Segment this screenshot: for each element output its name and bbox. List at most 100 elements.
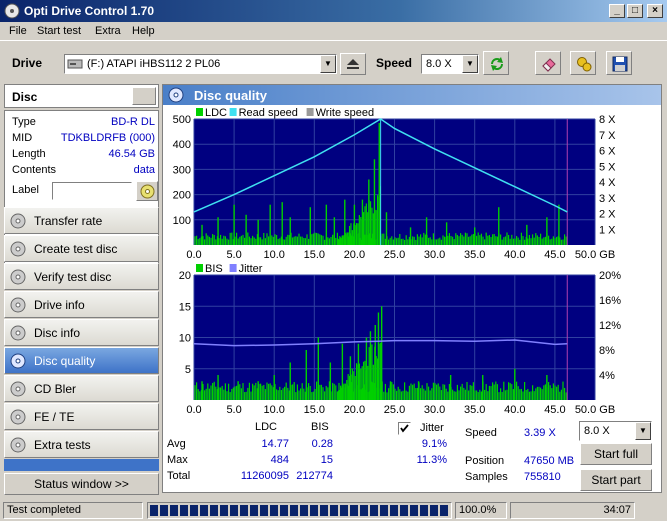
panel-title: Disc quality xyxy=(194,88,267,103)
x-tick-label: 10.0 xyxy=(263,404,284,416)
disc-header: Disc xyxy=(4,84,159,108)
menu-file[interactable]: File xyxy=(9,25,27,37)
nav-extra-tests[interactable]: Extra tests xyxy=(4,431,159,458)
jitter-checkbox[interactable] xyxy=(398,422,411,435)
x-tick-label: 30.0 xyxy=(424,249,445,259)
nav-drive-info[interactable]: Drive info xyxy=(4,291,159,318)
refresh-icon xyxy=(491,57,503,71)
refresh-button[interactable] xyxy=(483,51,509,75)
drive-info-icon xyxy=(10,297,26,313)
x-tick-label: 50.0 GB xyxy=(575,249,615,259)
y2-tick-label: 6 X xyxy=(599,146,616,158)
disc-label-input[interactable] xyxy=(52,182,132,200)
legend-swatch xyxy=(306,108,314,116)
avg-bis: 0.28 xyxy=(311,438,333,450)
x-tick-label: 45.0 xyxy=(544,404,565,416)
nav-divider xyxy=(4,459,159,471)
x-tick-label: 35.0 xyxy=(464,404,485,416)
disc-label-row: Label xyxy=(12,181,158,202)
disc-mid-row: MID TDKBLDRFB (000) xyxy=(12,132,155,147)
chevron-down-icon[interactable]: ▼ xyxy=(320,55,336,73)
y2-tick-label: 8 X xyxy=(599,114,616,126)
drive-label: Drive xyxy=(12,56,43,70)
x-tick-label: 45.0 xyxy=(544,249,565,259)
y2-tick-label: 16% xyxy=(599,295,621,307)
y-tick-label: 20 xyxy=(179,270,191,282)
y-tick-label: 10 xyxy=(179,333,191,345)
nav-label: CD Bler xyxy=(34,382,77,396)
total-bis: 212774 xyxy=(296,470,333,482)
y-tick-label: 300 xyxy=(173,164,191,176)
nav-disc-quality[interactable]: Disc quality xyxy=(4,347,159,374)
nav-create-test-disc[interactable]: Create test disc xyxy=(4,235,159,262)
x-tick-label: 0.0 xyxy=(186,249,201,259)
disc-refresh-button[interactable] xyxy=(132,87,156,105)
nav-label: Transfer rate xyxy=(34,214,103,228)
status-text: Test completed xyxy=(3,502,143,519)
col-bis-header: BIS xyxy=(311,421,329,433)
y-tick-label: 200 xyxy=(173,190,191,202)
disc-label-button[interactable] xyxy=(136,181,158,201)
position-value: 47650 MB xyxy=(524,455,575,467)
y2-tick-label: 4% xyxy=(599,370,615,382)
legend-swatch xyxy=(229,264,237,272)
menu-bar: File Start test Extra Help xyxy=(0,22,667,41)
x-tick-label: 40.0 xyxy=(504,249,525,259)
y-tick-label: 500 xyxy=(173,114,191,126)
eject-button[interactable] xyxy=(340,53,366,75)
nav-label: Disc quality xyxy=(34,354,96,368)
bis-chart: 20 15 10 5 20% 16% 12% 8% 4% 0.0 5.0 10.0 15.0 20.0 25… xyxy=(179,263,621,416)
menu-extra[interactable]: Extra xyxy=(95,25,121,37)
y-tick-label: 5 xyxy=(185,364,191,376)
save-button[interactable] xyxy=(606,51,632,75)
x-tick-label: 15.0 xyxy=(304,249,325,259)
nav-label: Create test disc xyxy=(34,242,118,256)
status-window-button[interactable]: Status window >> xyxy=(4,473,159,495)
x-tick-label: 25.0 xyxy=(384,404,405,416)
avg-ldc: 14.77 xyxy=(261,438,289,450)
drive-select[interactable]: (F:) ATAPI iHBS112 2 PL06 ▼ xyxy=(64,54,337,74)
x-tick-label: 25.0 xyxy=(384,249,405,259)
erase-button[interactable] xyxy=(535,51,561,75)
drive-icon xyxy=(67,59,83,69)
minimize-button[interactable]: _ xyxy=(609,4,625,18)
nav-transfer-rate[interactable]: Transfer rate xyxy=(4,207,159,234)
progress-bar xyxy=(147,502,452,519)
x-tick-label: 20.0 xyxy=(344,249,365,259)
nav-label: FE / TE xyxy=(34,410,75,424)
maximize-button[interactable]: □ xyxy=(627,4,643,18)
test-speed-select[interactable]: 8.0 X ▼ xyxy=(579,421,652,441)
chevron-down-icon[interactable]: ▼ xyxy=(635,422,651,440)
menu-help[interactable]: Help xyxy=(132,25,155,37)
chevron-down-icon[interactable]: ▼ xyxy=(462,55,478,73)
start-part-button[interactable]: Start part xyxy=(580,469,652,491)
speed-select[interactable]: 8.0 X ▼ xyxy=(421,54,479,74)
verify-disc-icon xyxy=(10,269,26,285)
disc-header-title: Disc xyxy=(12,90,38,104)
cd-bler-icon xyxy=(10,381,26,397)
start-full-button[interactable]: Start full xyxy=(580,443,652,465)
x-tick-label: 0.0 xyxy=(186,404,201,416)
y2-tick-label: 7 X xyxy=(599,130,616,142)
y2-tick-label: 5 X xyxy=(599,161,616,173)
disc-label-key: Label xyxy=(12,184,39,196)
x-tick-label: 5.0 xyxy=(226,404,241,416)
nav-fe-te[interactable]: FE / TE xyxy=(4,403,159,430)
nav-disc-info[interactable]: Disc info xyxy=(4,319,159,346)
drive-value: (F:) ATAPI iHBS112 2 PL06 xyxy=(87,58,221,70)
y2-tick-label: 1 X xyxy=(599,224,616,236)
nav-cd-bler[interactable]: CD Bler xyxy=(4,375,159,402)
max-label: Max xyxy=(167,454,188,466)
close-button[interactable]: × xyxy=(647,4,663,18)
nav-verify-test-disc[interactable]: Verify test disc xyxy=(4,263,159,290)
disc-length-row: Length 46.54 GB xyxy=(12,148,155,163)
test-speed-value: 8.0 X xyxy=(584,425,610,437)
menu-start-test[interactable]: Start test xyxy=(37,25,81,37)
toolbar: Drive (F:) ATAPI iHBS112 2 PL06 ▼ Speed … xyxy=(0,44,667,82)
legend-swatch xyxy=(196,108,203,116)
extra-tests-icon xyxy=(10,437,26,453)
disc-contents-key: Contents xyxy=(12,164,57,176)
max-bis: 15 xyxy=(320,454,333,466)
settings-button[interactable] xyxy=(570,51,596,75)
status-bar: Test completed 100.0% 34:07 xyxy=(0,500,667,521)
